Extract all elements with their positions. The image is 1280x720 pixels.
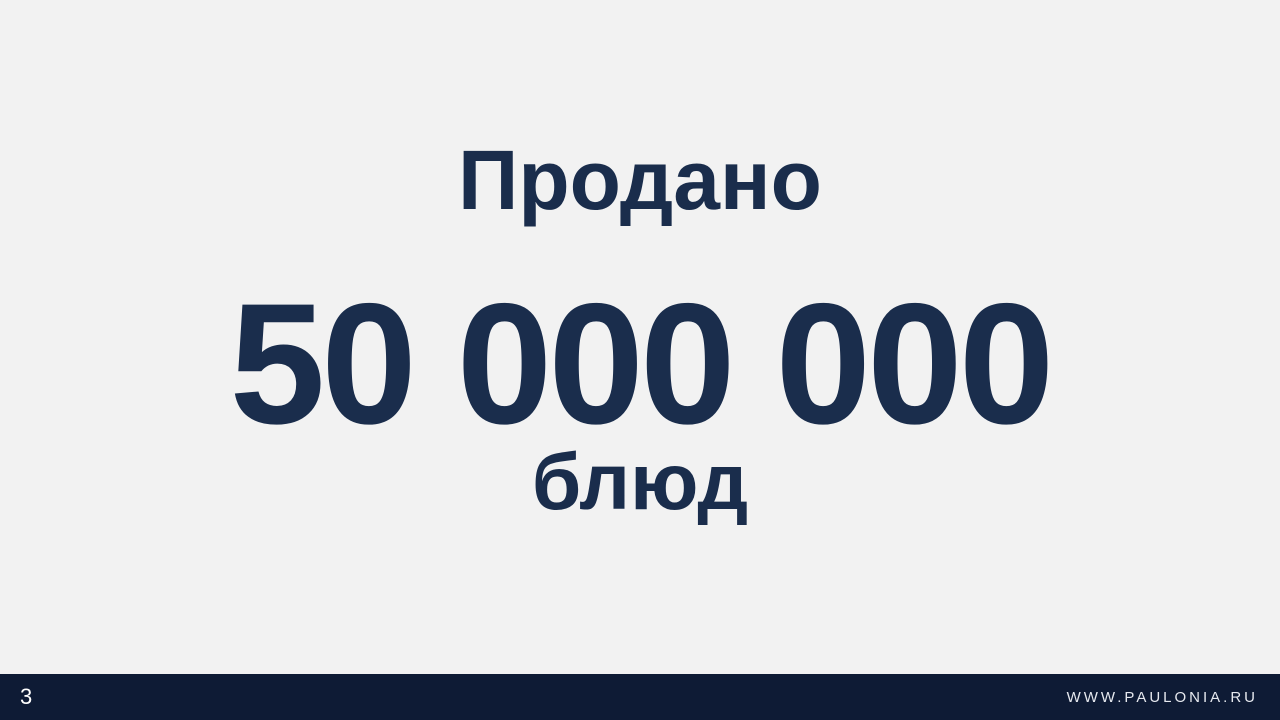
big-number: 50 000 000: [229, 268, 1055, 460]
slide-canvas: Продано 50 000 000 блюд: [0, 0, 1280, 674]
unit-label: блюд: [531, 437, 749, 526]
slide-heading: Продано: [458, 133, 822, 227]
site-url: WWW.PAULONIA.RU: [1066, 689, 1258, 706]
footer-bar: 3 WWW.PAULONIA.RU: [0, 674, 1280, 720]
page-number: 3: [20, 684, 33, 709]
